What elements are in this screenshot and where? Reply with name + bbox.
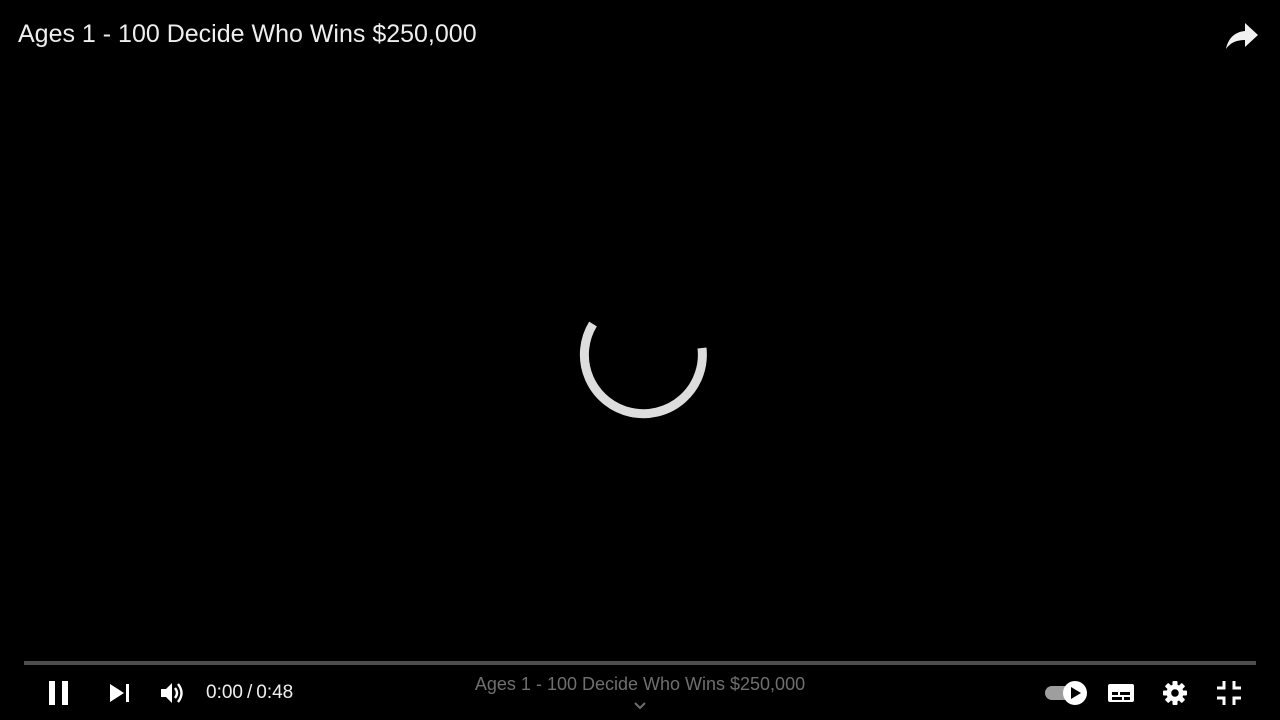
progress-bar[interactable]: [24, 661, 1256, 665]
share-button[interactable]: [1224, 18, 1260, 54]
loading-spinner-icon: [579, 321, 707, 419]
volume-button[interactable]: [156, 666, 190, 720]
share-icon: [1226, 23, 1258, 49]
gear-icon: [1163, 681, 1187, 705]
duration: 0:48: [256, 682, 294, 703]
pause-icon: [49, 681, 68, 705]
next-icon: [110, 684, 129, 702]
next-button[interactable]: [102, 666, 138, 720]
exit-fullscreen-button[interactable]: [1212, 666, 1246, 720]
settings-button[interactable]: [1158, 666, 1192, 720]
volume-icon: [161, 683, 183, 703]
video-title[interactable]: Ages 1 - 100 Decide Who Wins $250,000: [18, 20, 477, 49]
pause-button[interactable]: [40, 666, 78, 720]
time-display: 0:00 / 0:48: [206, 666, 293, 720]
control-bar: 0:00 / 0:48 Ages 1 - 100 Decide Who Wins…: [0, 666, 1280, 720]
bottom-video-title[interactable]: Ages 1 - 100 Decide Who Wins $250,000: [440, 674, 840, 695]
subtitles-button[interactable]: [1104, 666, 1138, 720]
time-separator: /: [246, 682, 253, 703]
chevron-down-icon[interactable]: [632, 700, 648, 712]
autoplay-toggle-icon: [1045, 681, 1087, 705]
video-player[interactable]: Ages 1 - 100 Decide Who Wins $250,000 0:…: [0, 0, 1280, 720]
autoplay-toggle[interactable]: [1042, 666, 1090, 720]
subtitles-icon: [1108, 684, 1134, 702]
current-time: 0:00: [206, 682, 243, 703]
exit-fullscreen-icon: [1217, 681, 1241, 705]
